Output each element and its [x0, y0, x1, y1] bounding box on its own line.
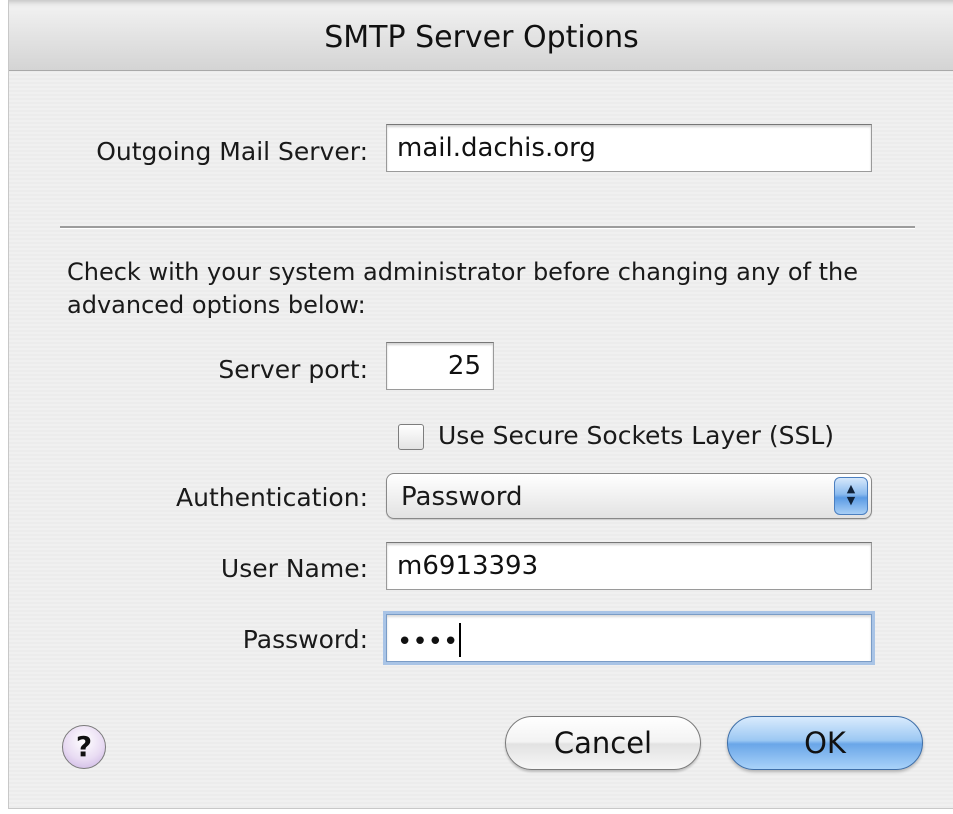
- section-divider: [60, 226, 915, 229]
- outgoing-server-field[interactable]: mail.dachis.org: [386, 124, 872, 172]
- title-bar[interactable]: SMTP Server Options: [9, 0, 953, 71]
- authentication-selected-value: Password: [401, 482, 523, 512]
- server-port-field[interactable]: 25: [386, 342, 494, 390]
- cancel-button[interactable]: Cancel: [505, 716, 701, 770]
- user-name-label: User Name:: [220, 554, 368, 583]
- password-label: Password:: [242, 625, 368, 654]
- text-cursor: [459, 623, 462, 657]
- user-name-field[interactable]: m6913393: [386, 542, 872, 590]
- dialog-title: SMTP Server Options: [324, 20, 639, 55]
- outgoing-server-label: Outgoing Mail Server:: [96, 137, 368, 166]
- password-field[interactable]: ••••: [386, 614, 872, 662]
- advanced-options-notice: Check with your system administrator bef…: [67, 258, 859, 319]
- up-down-arrows-icon: ▲ ▼: [834, 477, 868, 515]
- server-port-label: Server port:: [218, 355, 368, 384]
- ssl-checkbox[interactable]: [398, 424, 424, 450]
- authentication-popup[interactable]: Password ▲ ▼: [386, 473, 872, 519]
- password-masked-text: ••••: [397, 627, 459, 657]
- authentication-label: Authentication:: [176, 483, 368, 512]
- ssl-checkbox-label[interactable]: Use Secure Sockets Layer (SSL): [438, 421, 834, 450]
- ok-button[interactable]: OK: [727, 716, 923, 770]
- help-button[interactable]: ?: [62, 725, 106, 769]
- smtp-options-dialog: SMTP Server Options Outgoing Mail Server…: [8, 0, 953, 809]
